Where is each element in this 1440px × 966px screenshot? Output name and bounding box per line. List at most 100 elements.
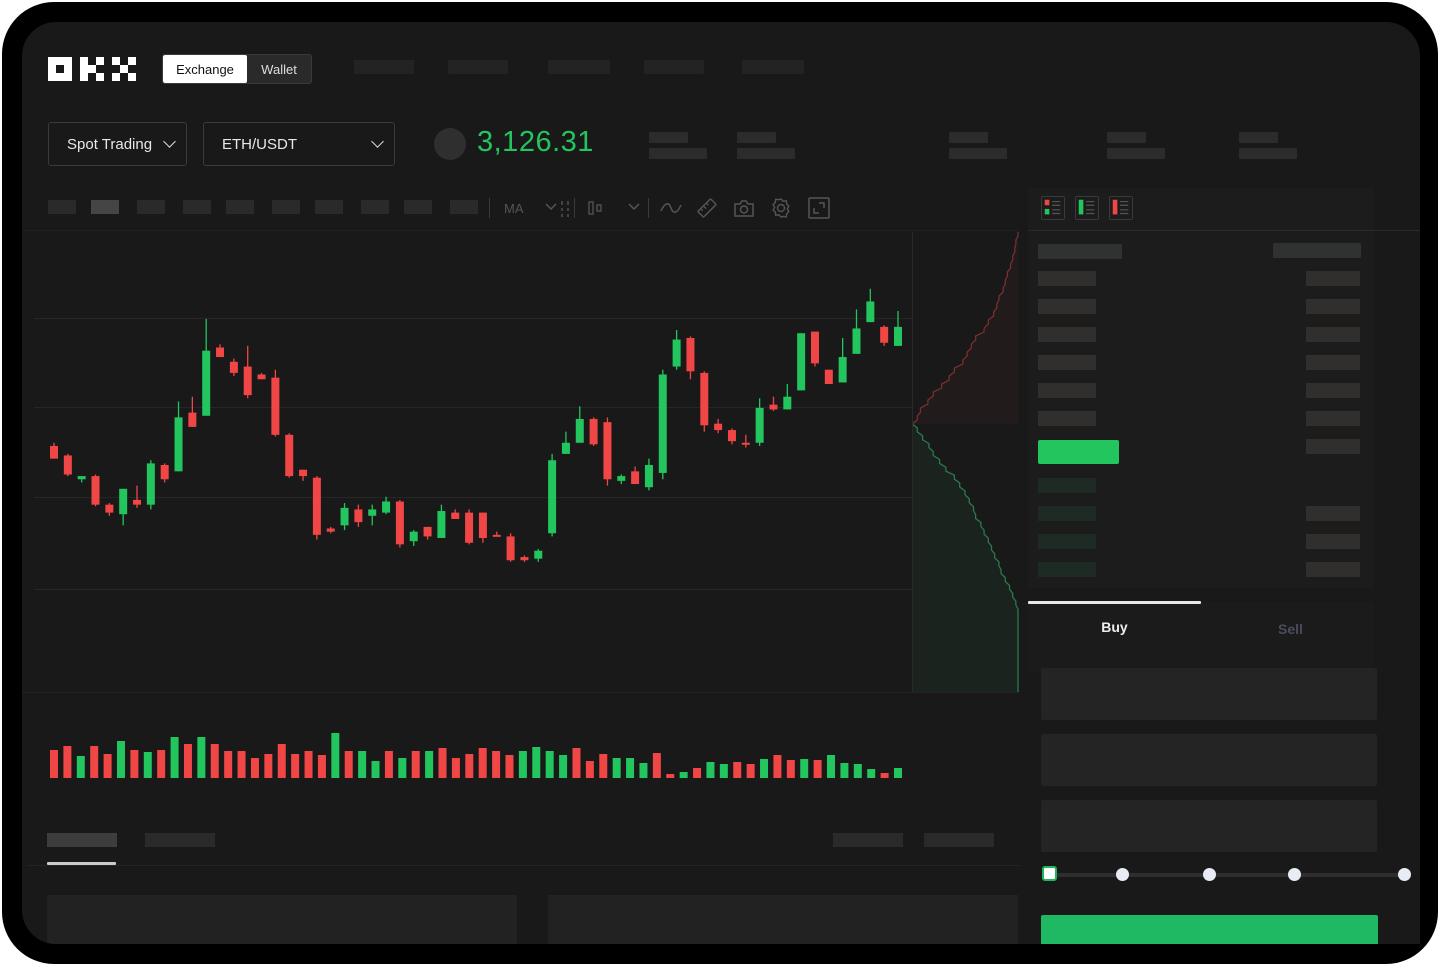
candle-body [326,528,335,532]
interval-button[interactable] [226,200,254,214]
trading-type-label: Spot Trading [67,135,153,153]
chevron-down-icon[interactable] [545,202,557,212]
candle [838,337,847,383]
depth-chart[interactable] [912,232,1020,694]
candle [797,333,806,391]
nav-item[interactable] [354,60,414,74]
candle-body [50,445,58,459]
candle [229,358,238,377]
volume-bar [478,748,487,778]
buy-submit-button[interactable] [1041,915,1378,944]
interval-button[interactable] [315,200,343,214]
trading-type-dropdown[interactable]: Spot Trading [48,122,187,166]
ask-price[interactable] [1038,411,1096,426]
bid-price[interactable] [1038,534,1096,549]
settings-icon[interactable] [770,197,792,219]
candle-body [409,531,418,542]
nav-item[interactable] [742,60,804,74]
candlestick-chart[interactable] [22,232,912,702]
ask-price[interactable] [1038,299,1096,314]
interval-button[interactable] [183,200,211,214]
last-price: 3,126.31 [477,126,594,158]
volume-bar [679,772,688,778]
interval-button[interactable] [404,200,432,214]
amount-slider-track[interactable] [1050,873,1402,877]
orderbook-both-icon[interactable] [1041,196,1065,220]
bid-price[interactable] [1038,562,1096,577]
candle [727,428,736,445]
slider-step-knob[interactable] [1398,868,1411,881]
nav-item[interactable] [448,60,508,74]
exchange-toggle[interactable]: Exchange [163,55,247,83]
bottom-action[interactable] [924,833,994,847]
interval-button[interactable] [137,200,165,214]
interval-button[interactable] [272,200,300,214]
camera-icon[interactable] [733,198,755,218]
bid-price[interactable] [1038,478,1096,493]
price-input[interactable] [1041,668,1377,720]
candle-body [686,337,695,372]
candle [105,503,114,516]
amount-input[interactable] [1041,734,1377,786]
candle-style-icon[interactable] [588,201,604,215]
ask-price[interactable] [1038,355,1096,370]
nav-item[interactable] [644,60,704,74]
candle [257,372,266,380]
bottom-action[interactable] [833,833,903,847]
volume-bar [853,764,862,778]
candle [133,485,142,508]
candle [77,476,86,483]
bid-amount [1306,506,1360,521]
candle-body [354,509,363,523]
pair-dropdown[interactable]: ETH/USDT [203,122,395,166]
orderbook-bids-icon[interactable] [1075,196,1099,220]
fullscreen-icon[interactable] [808,197,830,219]
volume-bar [880,773,889,778]
chevron-down-icon[interactable] [628,202,640,212]
bottom-tab[interactable] [145,833,215,847]
candle-body [105,504,114,513]
orderbook-asks-icon[interactable] [1109,196,1133,220]
ask-price[interactable] [1038,271,1096,286]
candle-body [506,536,515,561]
bid-price[interactable] [1038,506,1096,521]
interval-button[interactable] [361,200,389,214]
volume-bar [264,754,273,778]
interval-button[interactable] [450,200,478,214]
tab-buy[interactable]: Buy [1028,619,1201,635]
candle [700,371,709,432]
candle [174,401,183,472]
candle [894,310,902,346]
candle-body [478,512,487,539]
tab-sell[interactable]: Sell [1204,621,1377,637]
okx-logo[interactable] [48,57,136,81]
ruler-icon[interactable] [696,197,718,219]
volume-bar [827,755,836,778]
wallet-toggle[interactable]: Wallet [247,55,311,83]
volume-bar [210,744,219,778]
volume-bar [693,768,702,778]
interval-button[interactable] [48,200,76,214]
slider-step-knob[interactable] [1288,868,1301,881]
slider-step-knob[interactable] [1116,868,1129,881]
bottom-tab-active[interactable] [47,833,117,847]
candle [520,555,529,562]
orderbook-header-amount [1273,243,1361,258]
slider-step-knob[interactable] [1042,866,1057,881]
ask-price[interactable] [1038,327,1096,342]
nav-item[interactable] [548,60,610,74]
interval-button[interactable] [91,200,119,214]
candle [824,369,833,385]
ask-price[interactable] [1038,383,1096,398]
orderbook-mid-price[interactable] [1038,440,1119,464]
candle-body [451,512,460,519]
volume-bar [733,762,742,778]
volume-bar [371,761,380,778]
slider-step-knob[interactable] [1203,868,1216,881]
line-drawing-icon[interactable] [660,200,682,216]
candle [783,384,792,410]
total-input[interactable] [1041,800,1377,852]
volume-bar [545,751,554,778]
indicator-ma-button[interactable]: MA [504,201,524,216]
column-divider-icon [561,201,569,217]
